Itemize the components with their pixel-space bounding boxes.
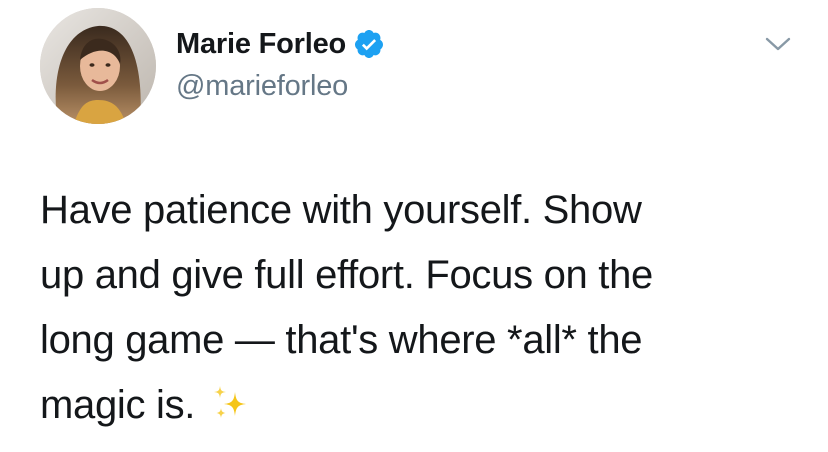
tweet-text-line: long game — that's where *all* the [40, 318, 643, 362]
display-name[interactable]: Marie Forleo [176, 28, 346, 61]
avatar[interactable] [40, 8, 156, 124]
tweet-text: Have patience with yourself. Show up and… [40, 178, 800, 438]
sparkles-icon [211, 377, 249, 418]
author-handle[interactable]: @marieforleo [176, 70, 348, 103]
avatar-photo [40, 8, 156, 124]
author-name-row[interactable]: Marie Forleo [176, 26, 385, 62]
tweet-text-line: up and give full effort. Focus on the [40, 253, 654, 297]
tweet-text-line: magic is. [40, 383, 196, 427]
tweet-text-line-last: magic is. [40, 373, 800, 438]
tweet-card: Marie Forleo @marieforleo Have patience … [0, 0, 828, 452]
verified-badge-icon [353, 28, 385, 60]
tweet-text-line: Have patience with yourself. Show [40, 188, 642, 232]
chevron-down-icon[interactable] [764, 34, 792, 54]
